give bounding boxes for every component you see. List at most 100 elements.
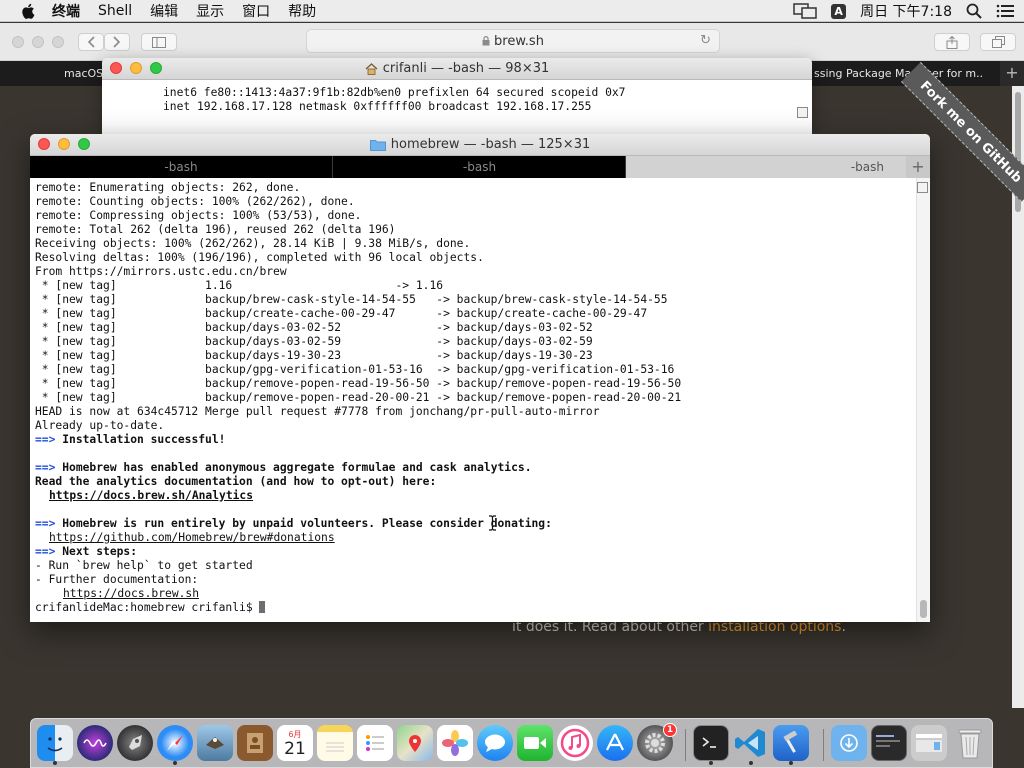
apple-menu-icon[interactable] bbox=[20, 2, 38, 20]
menu-view[interactable]: 显示 bbox=[196, 1, 224, 21]
menu-shell[interactable]: Shell bbox=[98, 3, 132, 19]
zoom-button[interactable] bbox=[150, 62, 162, 74]
safari-toolbar: brew.sh ↻ bbox=[0, 23, 1024, 61]
address-bar[interactable]: brew.sh ↻ bbox=[306, 29, 720, 53]
arrow-marker: ==> bbox=[35, 461, 56, 474]
rocket-icon bbox=[129, 735, 142, 750]
terminal-tab-1[interactable]: -bash bbox=[30, 156, 333, 178]
checklist-icon bbox=[366, 735, 384, 751]
siri-wave-icon bbox=[83, 739, 107, 747]
terminal-line: * [new tag] backup/brew-cask-style-14-54… bbox=[35, 293, 668, 306]
terminal-line: From https://mirrors.ustc.edu.cn/brew bbox=[35, 265, 287, 278]
terminal-tab-2[interactable]: -bash bbox=[334, 156, 626, 178]
finder-icon[interactable] bbox=[37, 725, 73, 761]
menu-bar: 终端 Shell 编辑 显示 窗口 帮助 A 周日 下午7:18 bbox=[0, 0, 1024, 22]
xcode-icon[interactable] bbox=[773, 725, 809, 761]
hammer-icon bbox=[783, 731, 798, 753]
next-step-1: - Run `brew help` to get started bbox=[35, 559, 253, 572]
system-preferences-icon[interactable]: 1 bbox=[637, 723, 677, 761]
menu-edit[interactable]: 编辑 bbox=[150, 1, 178, 21]
safari-tab-homebrew[interactable]: ssing Package Manager for m... bbox=[814, 61, 984, 86]
terminal-line: Receiving objects: 100% (262/262), 28.14… bbox=[35, 237, 471, 250]
sidebar-button[interactable] bbox=[141, 33, 177, 51]
spotlight-search-icon[interactable] bbox=[966, 3, 982, 19]
terminal-tab-3-active[interactable]: -bash bbox=[626, 156, 906, 178]
docs-link[interactable]: https://docs.brew.sh bbox=[63, 587, 199, 601]
menu-terminal[interactable]: 终端 bbox=[52, 1, 80, 21]
mail-icon[interactable] bbox=[197, 725, 233, 761]
close-button[interactable] bbox=[110, 62, 122, 74]
terminal-output[interactable]: remote: Enumerating objects: 262, done. … bbox=[30, 178, 930, 622]
menubar-clock[interactable]: 周日 下午7:18 bbox=[860, 1, 952, 21]
minimize-button[interactable] bbox=[58, 138, 70, 150]
terminal-icon[interactable] bbox=[693, 725, 729, 761]
terminal-line: remote: Counting objects: 100% (262/262)… bbox=[35, 195, 355, 208]
menu-window[interactable]: 窗口 bbox=[242, 1, 270, 21]
tabs-overview-icon bbox=[991, 36, 1005, 48]
terminal-line: Resolving deltas: 100% (196/196), comple… bbox=[35, 251, 484, 264]
calendar-icon[interactable]: 6月 21 bbox=[277, 725, 313, 761]
terminal-line: remote: Compressing objects: 100% (53/53… bbox=[35, 209, 362, 222]
scrollbar-thumb[interactable] bbox=[920, 600, 927, 618]
launchpad-icon[interactable] bbox=[117, 725, 153, 761]
map-pin-icon bbox=[409, 735, 421, 752]
terminal-line: inet 192.168.17.128 netmask 0xffffff00 b… bbox=[163, 100, 592, 113]
running-indicator bbox=[709, 761, 713, 765]
new-terminal-tab-button[interactable]: + bbox=[906, 156, 930, 178]
donate-link[interactable]: https://github.com/Homebrew/brew#donatio… bbox=[49, 531, 335, 545]
minimize-button[interactable] bbox=[130, 62, 142, 74]
address-bar-url: brew.sh bbox=[494, 33, 544, 49]
window-thumbnail-screenshot[interactable] bbox=[911, 725, 947, 761]
terminal-line: * [new tag] backup/days-03-02-59 -> back… bbox=[35, 335, 593, 348]
screen-mirroring-icon[interactable] bbox=[793, 3, 817, 19]
vscode-icon[interactable] bbox=[733, 725, 769, 761]
terminal-scrollbar[interactable] bbox=[916, 178, 930, 622]
note-lines-icon bbox=[326, 742, 344, 752]
itunes-icon[interactable] bbox=[557, 725, 593, 761]
terminal-output[interactable]: inet6 fe80::1413:4a37:9f1b:82db%en0 pref… bbox=[102, 81, 812, 136]
reminders-icon[interactable] bbox=[357, 725, 393, 761]
notes-icon[interactable] bbox=[317, 725, 353, 761]
next-steps-heading: Next steps: bbox=[62, 545, 138, 558]
notification-center-icon[interactable] bbox=[996, 4, 1014, 18]
trash-icon[interactable] bbox=[952, 725, 988, 761]
downloads-folder-icon[interactable] bbox=[831, 725, 867, 761]
input-method-icon[interactable]: A bbox=[831, 3, 847, 19]
reload-icon[interactable]: ↻ bbox=[700, 33, 711, 48]
app-store-icon[interactable] bbox=[597, 725, 633, 761]
tabs-overview-button[interactable] bbox=[980, 33, 1016, 51]
photos-icon[interactable] bbox=[437, 725, 473, 761]
calendar-month: 6月 bbox=[288, 729, 302, 739]
terminal-title: crifanli — -bash — 98×31 bbox=[382, 61, 550, 76]
safari-zoom-button[interactable] bbox=[52, 36, 64, 48]
forward-button[interactable] bbox=[104, 33, 130, 51]
share-button[interactable] bbox=[934, 33, 970, 51]
next-step-2: - Further documentation: bbox=[35, 573, 199, 586]
menu-help[interactable]: 帮助 bbox=[288, 1, 316, 21]
new-tab-button[interactable]: + bbox=[1000, 61, 1024, 86]
back-button[interactable] bbox=[78, 33, 104, 51]
contacts-icon[interactable] bbox=[237, 725, 273, 761]
terminal-line: * [new tag] backup/create-cache-00-29-47… bbox=[35, 307, 648, 320]
siri-icon[interactable] bbox=[77, 725, 113, 761]
zoom-button[interactable] bbox=[78, 138, 90, 150]
window-thumbnail-terminal[interactable] bbox=[871, 725, 907, 761]
chevron-left-icon bbox=[87, 36, 95, 48]
close-button[interactable] bbox=[38, 138, 50, 150]
safari-tab-macos[interactable]: macOS bbox=[64, 61, 104, 86]
share-icon bbox=[946, 35, 958, 49]
shell-prompt-line[interactable]: crifanlideMac:homebrew crifanli$ bbox=[35, 601, 266, 615]
safari-minimize-button[interactable] bbox=[32, 36, 44, 48]
safari-icon[interactable] bbox=[157, 725, 193, 761]
analytics-link[interactable]: https://docs.brew.sh/Analytics bbox=[49, 489, 253, 503]
messages-icon[interactable] bbox=[477, 725, 513, 761]
scroll-marker-icon bbox=[917, 182, 928, 193]
maps-icon[interactable] bbox=[397, 725, 433, 761]
safari-close-button[interactable] bbox=[12, 36, 24, 48]
install-success-line: ==> Installation successful! bbox=[35, 433, 225, 447]
arrow-marker: ==> bbox=[35, 517, 56, 530]
facetime-icon[interactable] bbox=[517, 725, 553, 761]
running-indicator bbox=[173, 761, 177, 765]
terminal-window-crifanli: crifanli — -bash — 98×31 inet6 fe80::141… bbox=[102, 58, 812, 136]
dock-separator bbox=[823, 729, 824, 761]
